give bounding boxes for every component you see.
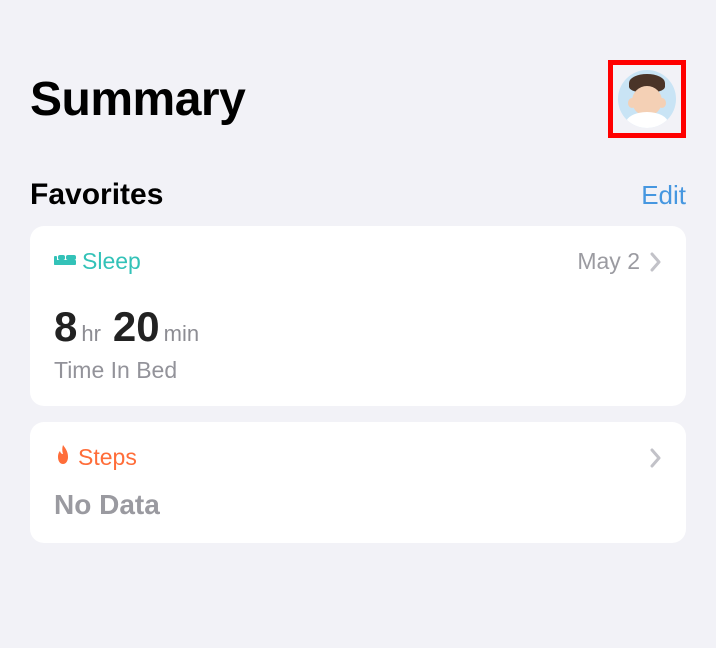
flame-icon bbox=[54, 444, 72, 471]
edit-button[interactable]: Edit bbox=[641, 180, 686, 211]
favorites-section-title: Favorites bbox=[30, 178, 163, 212]
chevron-right-icon bbox=[650, 252, 662, 272]
sleep-subtitle: Time In Bed bbox=[54, 357, 662, 384]
sleep-card[interactable]: Sleep May 2 8 hr 20 min Time In Bed bbox=[30, 226, 686, 406]
sleep-hours-value: 8 bbox=[54, 303, 77, 351]
steps-category-label: Steps bbox=[78, 444, 137, 471]
sleep-category-label: Sleep bbox=[82, 248, 141, 275]
sleep-minutes-value: 20 bbox=[113, 303, 160, 351]
page-title: Summary bbox=[30, 72, 245, 127]
sleep-minutes-unit: min bbox=[164, 321, 199, 347]
sleep-hours-unit: hr bbox=[81, 321, 101, 347]
chevron-right-icon bbox=[650, 448, 662, 468]
bed-icon bbox=[54, 251, 76, 272]
avatar-highlight-box bbox=[608, 60, 686, 138]
profile-avatar[interactable] bbox=[618, 70, 676, 128]
steps-value: No Data bbox=[54, 489, 662, 521]
sleep-date: May 2 bbox=[577, 248, 640, 275]
steps-card[interactable]: Steps No Data bbox=[30, 422, 686, 543]
sleep-metric: 8 hr 20 min bbox=[54, 303, 662, 351]
